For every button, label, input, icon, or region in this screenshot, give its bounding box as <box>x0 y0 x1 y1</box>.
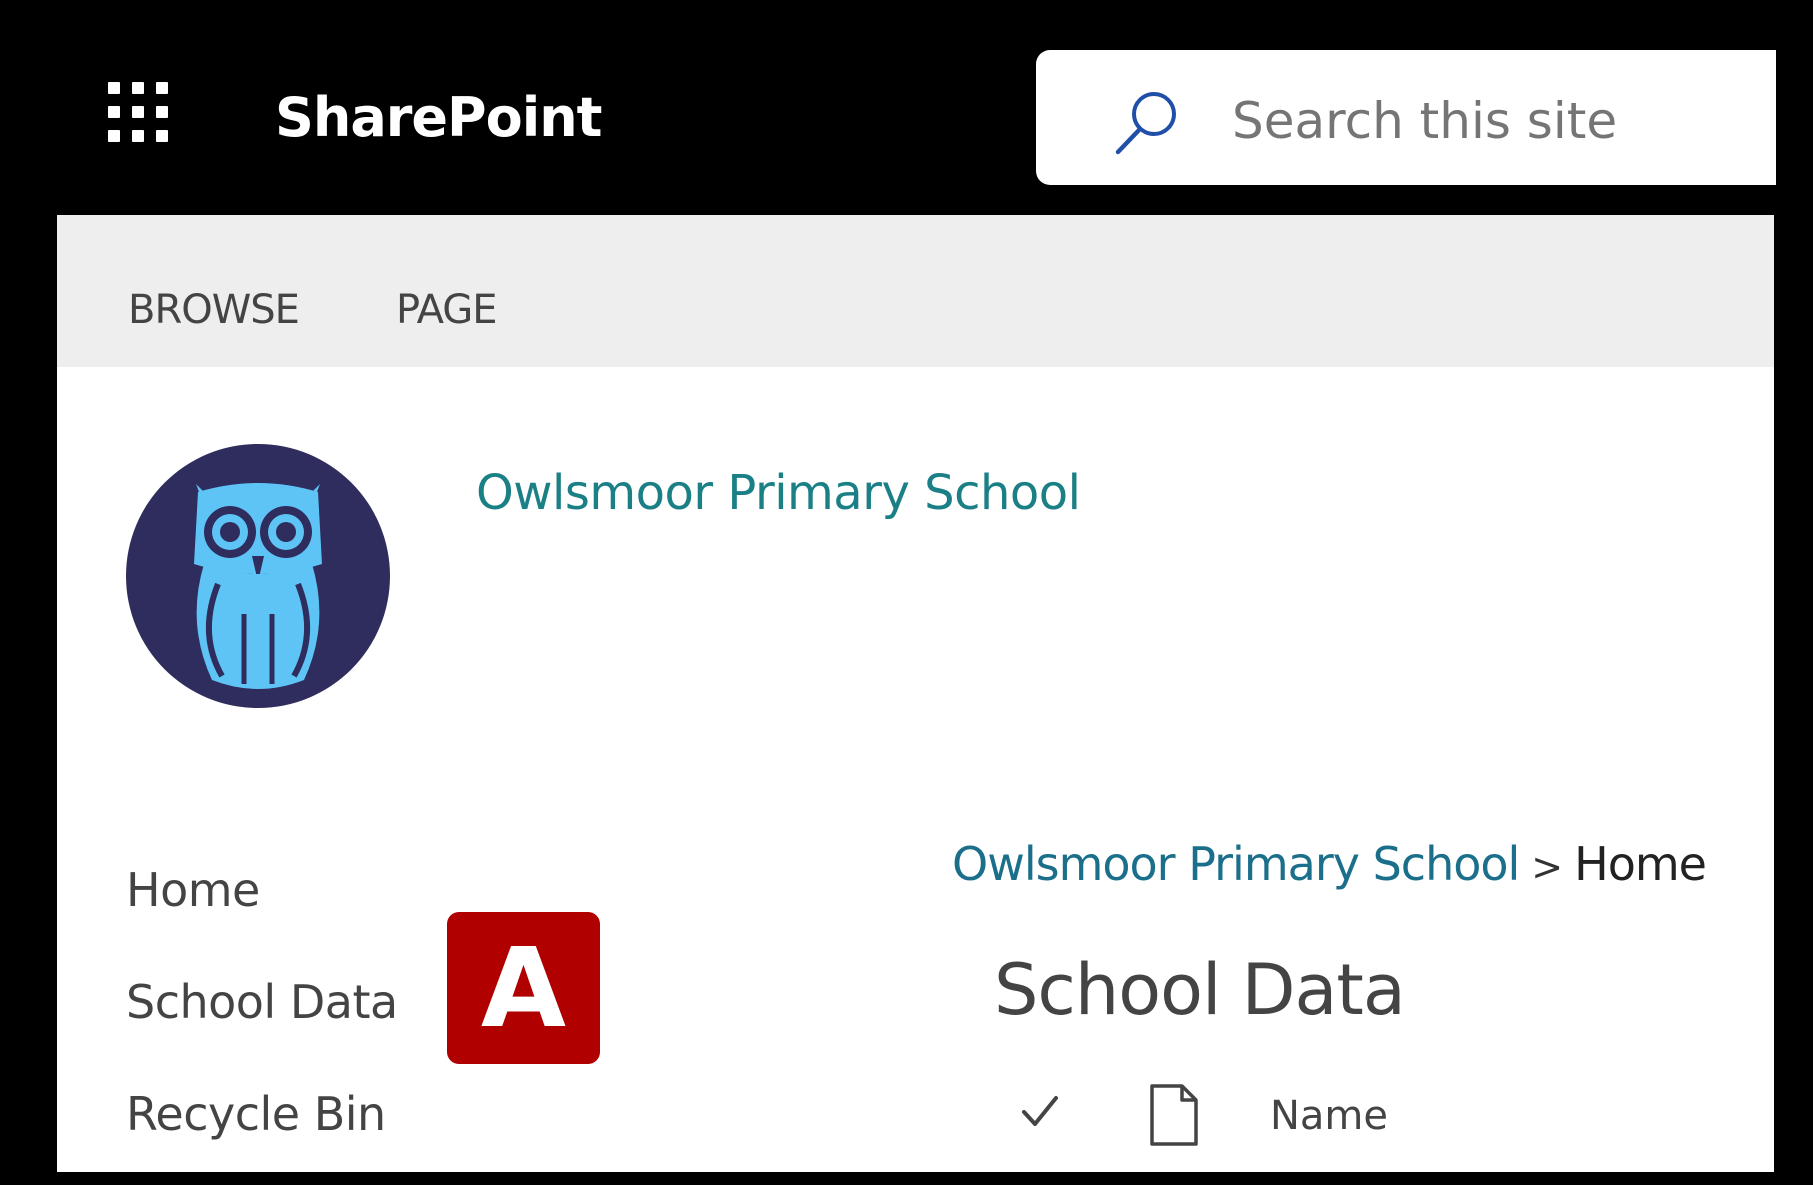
document-icon <box>1150 1084 1198 1146</box>
list-title: School Data <box>994 949 1406 1031</box>
column-header-name[interactable]: Name <box>1270 1090 1388 1142</box>
annotation-badge: A <box>447 912 600 1064</box>
app-title[interactable]: SharePoint <box>275 84 602 152</box>
breadcrumb-site-link[interactable]: Owlsmoor Primary School <box>952 837 1520 891</box>
frame-top <box>0 0 1813 10</box>
breadcrumb-separator: > <box>1531 845 1563 889</box>
checkmark-icon[interactable] <box>1018 1090 1062 1134</box>
owl-logo-icon[interactable] <box>126 444 390 708</box>
app-launcher-icon[interactable] <box>108 82 180 154</box>
nav-item-school-data[interactable]: School Data <box>126 972 398 1032</box>
frame-bottom <box>0 1172 1813 1185</box>
tab-page[interactable]: PAGE <box>396 284 497 336</box>
search-input[interactable] <box>1232 88 1752 154</box>
breadcrumb: Owlsmoor Primary School > Home <box>952 834 1707 897</box>
sharepoint-page: SharePoint BROWSE PAGE Owlsmoor Primar <box>0 0 1813 1185</box>
nav-item-recycle-bin[interactable]: Recycle Bin <box>126 1084 386 1144</box>
site-title[interactable]: Owlsmoor Primary School <box>476 462 1081 524</box>
tab-browse[interactable]: BROWSE <box>128 284 300 336</box>
search-icon <box>1115 92 1176 155</box>
frame-right <box>1774 0 1813 1185</box>
nav-item-home[interactable]: Home <box>126 860 260 920</box>
ribbon <box>57 215 1774 367</box>
breadcrumb-current[interactable]: Home <box>1574 837 1707 891</box>
